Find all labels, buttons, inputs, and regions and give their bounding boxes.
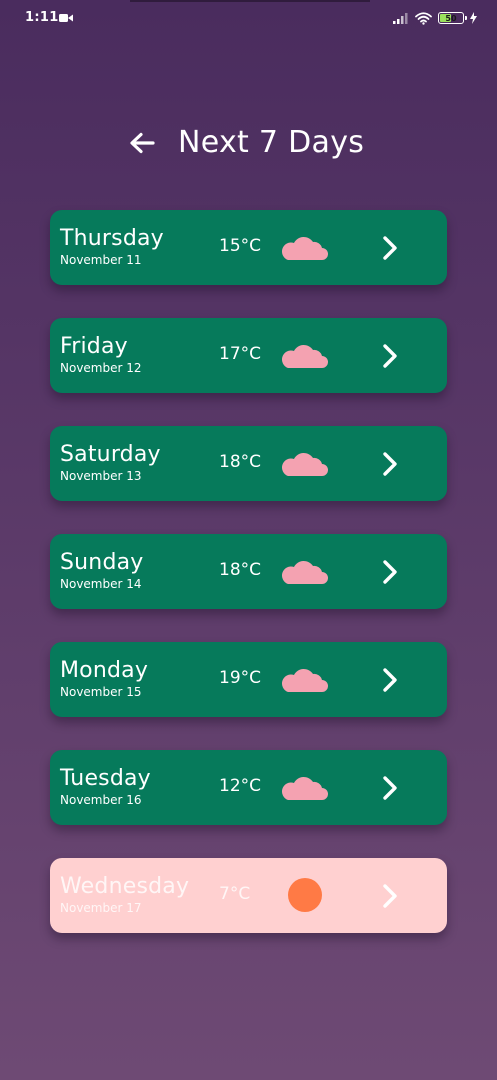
sun-icon: [288, 878, 322, 912]
day-temperature: 18°C: [219, 560, 262, 580]
chevron-right-icon: [383, 452, 397, 476]
day-card-tuesday[interactable]: Tuesday November 16 12°C: [50, 750, 447, 825]
charging-icon: [470, 12, 477, 24]
day-card-saturday[interactable]: Saturday November 13 18°C: [50, 426, 447, 501]
forecast-list: Thursday November 11 15°C Friday Novembe…: [50, 210, 447, 966]
battery-level: 50: [445, 13, 457, 23]
day-name: Tuesday: [60, 766, 151, 791]
day-temperature: 17°C: [219, 344, 262, 364]
day-temperature: 12°C: [219, 776, 262, 796]
day-date: November 12: [60, 361, 142, 375]
day-date: November 11: [60, 253, 142, 267]
day-date: November 15: [60, 685, 142, 699]
day-name: Friday: [60, 334, 128, 359]
day-card-wednesday[interactable]: Wednesday November 17 7°C: [50, 858, 447, 933]
day-name: Sunday: [60, 550, 144, 575]
battery-tip: [465, 16, 467, 20]
page-title: Next 7 Days: [178, 125, 365, 160]
day-name: Saturday: [60, 442, 161, 467]
cloud-icon: [282, 345, 328, 368]
chevron-right-icon: [383, 776, 397, 800]
day-date: November 17: [60, 901, 142, 915]
cloud-icon: [282, 237, 328, 260]
chevron-right-icon: [383, 344, 397, 368]
cloud-icon: [282, 561, 328, 584]
status-icons: 50: [393, 10, 477, 26]
day-date: November 13: [60, 469, 142, 483]
day-card-friday[interactable]: Friday November 12 17°C: [50, 318, 447, 393]
day-date: November 14: [60, 577, 142, 591]
cloud-icon: [282, 669, 328, 692]
wifi-icon: [415, 11, 432, 25]
chevron-right-icon: [383, 560, 397, 584]
page-header: Next 7 Days: [0, 120, 497, 166]
video-camera-icon: [59, 14, 73, 22]
arrow-left-icon: [130, 132, 155, 154]
day-name: Wednesday: [60, 874, 190, 899]
battery-icon: 50: [438, 12, 467, 24]
day-card-sunday[interactable]: Sunday November 14 18°C: [50, 534, 447, 609]
notch-line: [130, 0, 370, 2]
signal-icon: [393, 13, 408, 24]
status-bar: 1:11 50: [0, 0, 497, 36]
chevron-right-icon: [383, 884, 397, 908]
cloud-icon: [282, 453, 328, 476]
day-date: November 16: [60, 793, 142, 807]
day-card-monday[interactable]: Monday November 15 19°C: [50, 642, 447, 717]
day-temperature: 15°C: [219, 236, 262, 256]
back-button[interactable]: [128, 129, 156, 157]
day-temperature: 7°C: [219, 884, 251, 904]
day-name: Thursday: [60, 226, 164, 251]
day-name: Monday: [60, 658, 149, 683]
day-temperature: 19°C: [219, 668, 262, 688]
day-temperature: 18°C: [219, 452, 262, 472]
day-card-thursday[interactable]: Thursday November 11 15°C: [50, 210, 447, 285]
status-time: 1:11: [25, 10, 59, 25]
cloud-icon: [282, 777, 328, 800]
chevron-right-icon: [383, 236, 397, 260]
chevron-right-icon: [383, 668, 397, 692]
